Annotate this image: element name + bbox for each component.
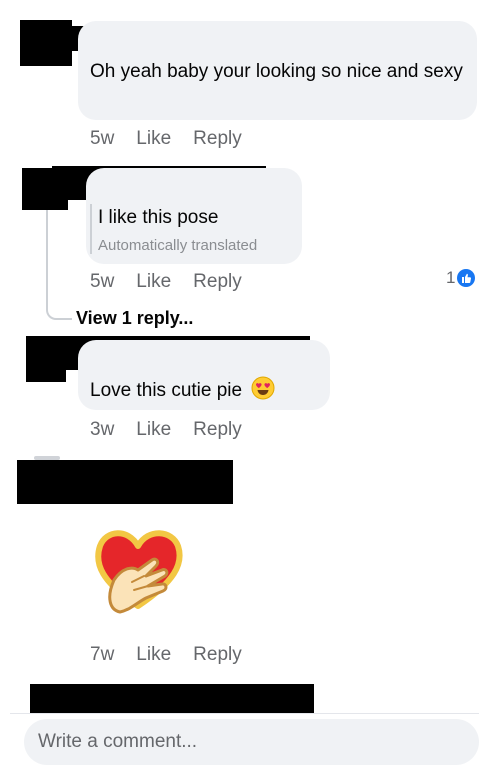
like-button[interactable]: Like <box>136 271 171 293</box>
translation-label[interactable]: Automatically translated <box>98 237 257 254</box>
comment-actions: 5w Like Reply <box>90 271 242 293</box>
comment-time: 5w <box>90 128 115 149</box>
thread-line <box>46 198 72 320</box>
reply-button[interactable]: Reply <box>193 271 242 293</box>
heart-eyes-emoji <box>251 376 275 409</box>
like-button[interactable]: Like <box>136 419 171 441</box>
reaction-count[interactable]: 1 <box>446 268 476 288</box>
reply-button[interactable]: Reply <box>193 419 242 441</box>
reaction-count-value: 1 <box>446 268 456 287</box>
comment-text: I like this pose <box>98 207 219 228</box>
comment-composer <box>24 719 479 765</box>
comment-time: 7w <box>90 644 115 665</box>
reply-button[interactable]: Reply <box>193 128 242 150</box>
like-button[interactable]: Like <box>136 644 171 666</box>
like-icon <box>457 269 476 287</box>
comment-actions: 3w Like Reply <box>90 419 242 441</box>
comment-time: 3w <box>90 419 115 440</box>
comment-text: Love this cutie pie <box>90 376 275 409</box>
comment-actions: 5w Like Reply <box>90 128 242 150</box>
comment-text-body: Love this cutie pie <box>90 380 243 401</box>
view-replies-link[interactable]: View 1 reply... <box>76 308 193 329</box>
reply-button[interactable]: Reply <box>193 644 242 666</box>
comment-input[interactable] <box>24 719 479 765</box>
redacted-name <box>17 460 233 504</box>
redacted-name <box>30 684 314 714</box>
comment-time: 5w <box>90 271 115 292</box>
translation-bar <box>90 204 92 254</box>
heart-hand-sticker[interactable] <box>92 520 184 620</box>
comment-text: Oh yeah baby your looking so nice and se… <box>90 61 463 82</box>
comment-actions: 7w Like Reply <box>90 644 242 666</box>
divider <box>10 713 479 714</box>
like-button[interactable]: Like <box>136 128 171 150</box>
